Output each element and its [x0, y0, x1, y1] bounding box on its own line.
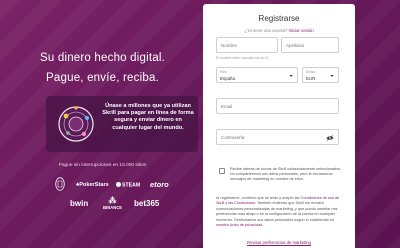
- hero-section: Su dinero hecho digital. Pague, envíe, r…: [0, 0, 205, 248]
- eye-icon[interactable]: [326, 134, 334, 141]
- promo-text: Únase a millones que ya utilizan Skrill …: [102, 103, 194, 131]
- privacy-link[interactable]: nuestra Aviso de privacidad: [216, 223, 262, 227]
- country-select[interactable]: País España: [216, 67, 298, 83]
- binance-icon: ⁂: [108, 196, 117, 205]
- payout-caption: Pague sin interrupciones en 15.000 sitio…: [58, 163, 147, 168]
- marketing-consent-checkbox[interactable]: [219, 168, 225, 174]
- name-hint: El nombre debe coincidir con su ID: [216, 56, 269, 60]
- currency-value: EUR: [306, 75, 316, 81]
- partner-logo-pokerstars: ♠PokerStars: [76, 182, 109, 188]
- first-name-placeholder: Nombre: [221, 43, 238, 48]
- marketing-consent-text: Recibe ofertas de socios de Skrill cuida…: [230, 167, 342, 182]
- partner-logo-bwin: bwin: [70, 199, 89, 208]
- login-prompt: ¿Ya tiene una cuenta? Iniciar sesión: [244, 28, 314, 33]
- hero-headline: Su dinero hecho digital.: [40, 52, 165, 64]
- form-title: Registrarse: [258, 14, 300, 23]
- promo-card: Únase a millones que ya utilizan Skrill …: [46, 96, 198, 152]
- hero-subline: Pague, envíe, reciba.: [46, 72, 159, 84]
- partner-logo-steam: STEAM: [116, 182, 140, 189]
- last-name-field[interactable]: Apellidos: [281, 37, 339, 53]
- currency-select[interactable]: Divisa EUR: [302, 67, 339, 83]
- chevron-down-icon: [330, 75, 334, 77]
- login-link[interactable]: Iniciar sesión: [289, 28, 314, 33]
- partner-logo-bet365: bet365: [134, 199, 160, 208]
- currency-label: Divisa: [306, 70, 316, 74]
- partner-logo-emblem: [55, 177, 65, 191]
- chevron-down-icon: [289, 75, 293, 77]
- partner-logo-binance: ⁂ BINANCE: [103, 196, 123, 211]
- legal-text: Al registrarme, confirmo que he leído y …: [216, 196, 340, 228]
- email-placeholder: Email: [221, 104, 233, 109]
- country-label: País: [220, 70, 227, 74]
- globe-icon: [58, 106, 94, 142]
- password-placeholder: Contraseña: [221, 135, 245, 140]
- last-name-placeholder: Apellidos: [286, 43, 305, 48]
- country-value: España: [220, 75, 235, 81]
- email-field[interactable]: Email: [216, 98, 339, 114]
- steam-icon: [116, 182, 121, 187]
- marketing-preferences-link[interactable]: Revisar preferencias de marketing: [203, 240, 355, 245]
- password-field[interactable]: Contraseña: [216, 129, 339, 145]
- partner-logo-etoro: etoro: [150, 180, 169, 189]
- first-name-field[interactable]: Nombre: [216, 37, 278, 53]
